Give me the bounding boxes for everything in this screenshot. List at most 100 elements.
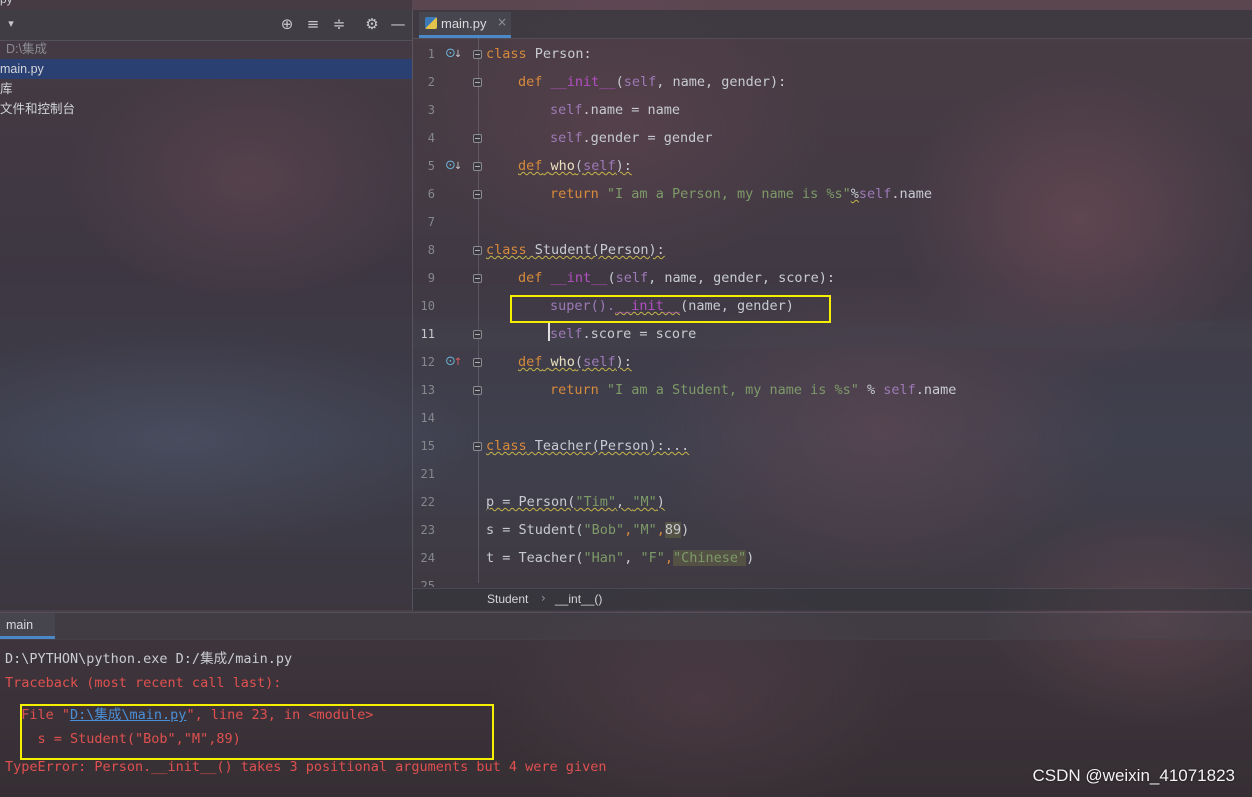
code-text: class Teacher(Person):...	[486, 438, 690, 454]
line-number: 8	[427, 243, 435, 257]
watermark: CSDN @weixin_41071823	[1032, 766, 1235, 785]
run-tab-label: main	[6, 618, 34, 632]
code-line[interactable]: 21	[413, 461, 1252, 489]
line-number: 5	[427, 159, 435, 173]
code-line[interactable]: 2 def __init__(self, name, gender):	[413, 69, 1252, 97]
tree-item-main-py[interactable]: main.py	[0, 59, 412, 79]
override-gutter-icon[interactable]: ⊙↓	[445, 46, 464, 61]
code-line[interactable]: 14	[413, 405, 1252, 433]
code-line[interactable]: 12 ⊙↑ def who(self):	[413, 349, 1252, 377]
line-number: 9	[427, 271, 435, 285]
code-line-current[interactable]: 11 self.score = score	[413, 321, 1252, 349]
code-text: s = Student("Bob","M",89)	[486, 522, 690, 538]
line-number: 1	[427, 47, 435, 61]
fold-icon[interactable]	[473, 190, 482, 199]
override-gutter-icon[interactable]: ⊙↓	[445, 158, 464, 173]
fold-icon[interactable]	[473, 134, 482, 143]
project-panel: py ▾ ⊕ ≡ ≑ ⚙ — D:\集成 main.py 库 文件和控制台	[0, 0, 412, 610]
line-number: 2	[427, 75, 435, 89]
collapse-all-icon[interactable]: ≑	[330, 15, 348, 33]
fold-icon[interactable]	[473, 78, 482, 87]
line-number: 25	[420, 579, 435, 587]
code-line[interactable]: 3 self.name = name	[413, 97, 1252, 125]
fold-icon[interactable]	[473, 330, 482, 339]
breadcrumb-class[interactable]: Student	[487, 592, 528, 606]
python-file-icon	[425, 17, 437, 29]
fold-icon[interactable]	[473, 386, 482, 395]
code-text: def __int__(self, name, gender, score):	[518, 270, 836, 286]
code-line[interactable]: 5 ⊙↓ def who(self):	[413, 153, 1252, 181]
sidebar-title-fragment: py	[0, 0, 13, 6]
code-text: def __init__(self, name, gender):	[518, 74, 787, 90]
code-line[interactable]: 7	[413, 209, 1252, 237]
line-number: 3	[427, 103, 435, 117]
fold-icon[interactable]	[473, 274, 482, 283]
code-text: def who(self):	[518, 158, 632, 174]
arrow-up-icon: ↑	[453, 357, 463, 368]
line-number: 21	[420, 467, 435, 481]
tree-item-libraries[interactable]: 库	[0, 79, 13, 99]
dropdown-arrow-icon[interactable]: ▾	[2, 15, 20, 33]
fold-icon[interactable]	[473, 50, 482, 59]
tree-item-scratches[interactable]: 文件和控制台	[0, 99, 75, 119]
breadcrumb: Student › __int__()	[413, 588, 1252, 611]
gear-icon[interactable]: ⚙	[363, 15, 381, 33]
editor-tab-bar: main.py ×	[413, 10, 1252, 39]
code-line[interactable]: 22 p = Person("Tim", "M")	[413, 489, 1252, 517]
line-number: 6	[427, 187, 435, 201]
fold-expand-icon[interactable]	[473, 442, 482, 451]
crosshair-icon[interactable]: ⊕	[278, 15, 296, 33]
chevron-right-icon: ›	[541, 591, 546, 605]
line-number: 13	[420, 383, 435, 397]
fold-icon[interactable]	[473, 358, 482, 367]
expand-all-icon[interactable]: ≡	[304, 15, 322, 33]
tree-item-label: main.py	[0, 62, 44, 76]
line-number: 11	[420, 327, 435, 341]
line-number: 15	[420, 439, 435, 453]
tree-item-project-path[interactable]: D:\集成	[6, 39, 47, 59]
code-line[interactable]: 25	[413, 573, 1252, 587]
code-line[interactable]: 4 self.gender = gender	[413, 125, 1252, 153]
code-line[interactable]: 1 ⊙↓ class Person:	[413, 41, 1252, 69]
code-text: class Student(Person):	[486, 242, 665, 258]
console-error-message: TypeError: Person.__init__() takes 3 pos…	[5, 759, 607, 775]
line-number: 10	[420, 299, 435, 313]
code-text: self.gender = gender	[550, 130, 713, 146]
highlight-box-traceback	[20, 704, 494, 760]
run-tab-main[interactable]: main	[0, 613, 55, 639]
code-text: self.name = name	[550, 102, 681, 118]
arrow-down-icon: ↓	[453, 161, 463, 172]
line-number: 4	[427, 131, 435, 145]
code-text: return "I am a Student, my name is %s" %…	[550, 382, 957, 398]
code-line[interactable]: 15 class Teacher(Person):...	[413, 433, 1252, 461]
code-text: class Person:	[486, 46, 592, 62]
line-number: 7	[427, 215, 435, 229]
line-number: 24	[420, 551, 435, 565]
line-number: 23	[420, 523, 435, 537]
line-number: 22	[420, 495, 435, 509]
tab-label: main.py	[441, 16, 487, 31]
console-command-line: D:\PYTHON\python.exe D:/集成/main.py	[5, 651, 293, 667]
console-traceback-header: Traceback (most recent call last):	[5, 675, 282, 691]
code-text: self.score = score	[550, 326, 697, 342]
code-line[interactable]: 8 class Student(Person):	[413, 237, 1252, 265]
override-gutter-icon[interactable]: ⊙↑	[445, 354, 464, 369]
code-editor[interactable]: main.py × 1 ⊙↓ class Person: 2 def __ini…	[412, 10, 1252, 611]
code-line[interactable]: 6 return "I am a Person, my name is %s"%…	[413, 181, 1252, 209]
fold-icon[interactable]	[473, 246, 482, 255]
text-caret	[548, 323, 550, 341]
fold-icon[interactable]	[473, 162, 482, 171]
minimize-icon[interactable]: —	[389, 15, 407, 33]
code-line[interactable]: 23 s = Student("Bob","M",89)	[413, 517, 1252, 545]
code-line[interactable]: 13 return "I am a Student, my name is %s…	[413, 377, 1252, 405]
arrow-down-icon: ↓	[453, 49, 463, 60]
code-line[interactable]: 24 t = Teacher("Han", "F","Chinese")	[413, 545, 1252, 573]
line-number: 14	[420, 411, 435, 425]
tab-main-py[interactable]: main.py ×	[419, 12, 511, 38]
line-number: 12	[420, 355, 435, 369]
close-icon[interactable]: ×	[497, 15, 507, 29]
code-line[interactable]: 9 def __int__(self, name, gender, score)…	[413, 265, 1252, 293]
code-text: t = Teacher("Han", "F","Chinese")	[486, 550, 755, 566]
code-text: p = Person("Tim", "M")	[486, 494, 665, 510]
breadcrumb-method[interactable]: __int__()	[555, 592, 602, 606]
